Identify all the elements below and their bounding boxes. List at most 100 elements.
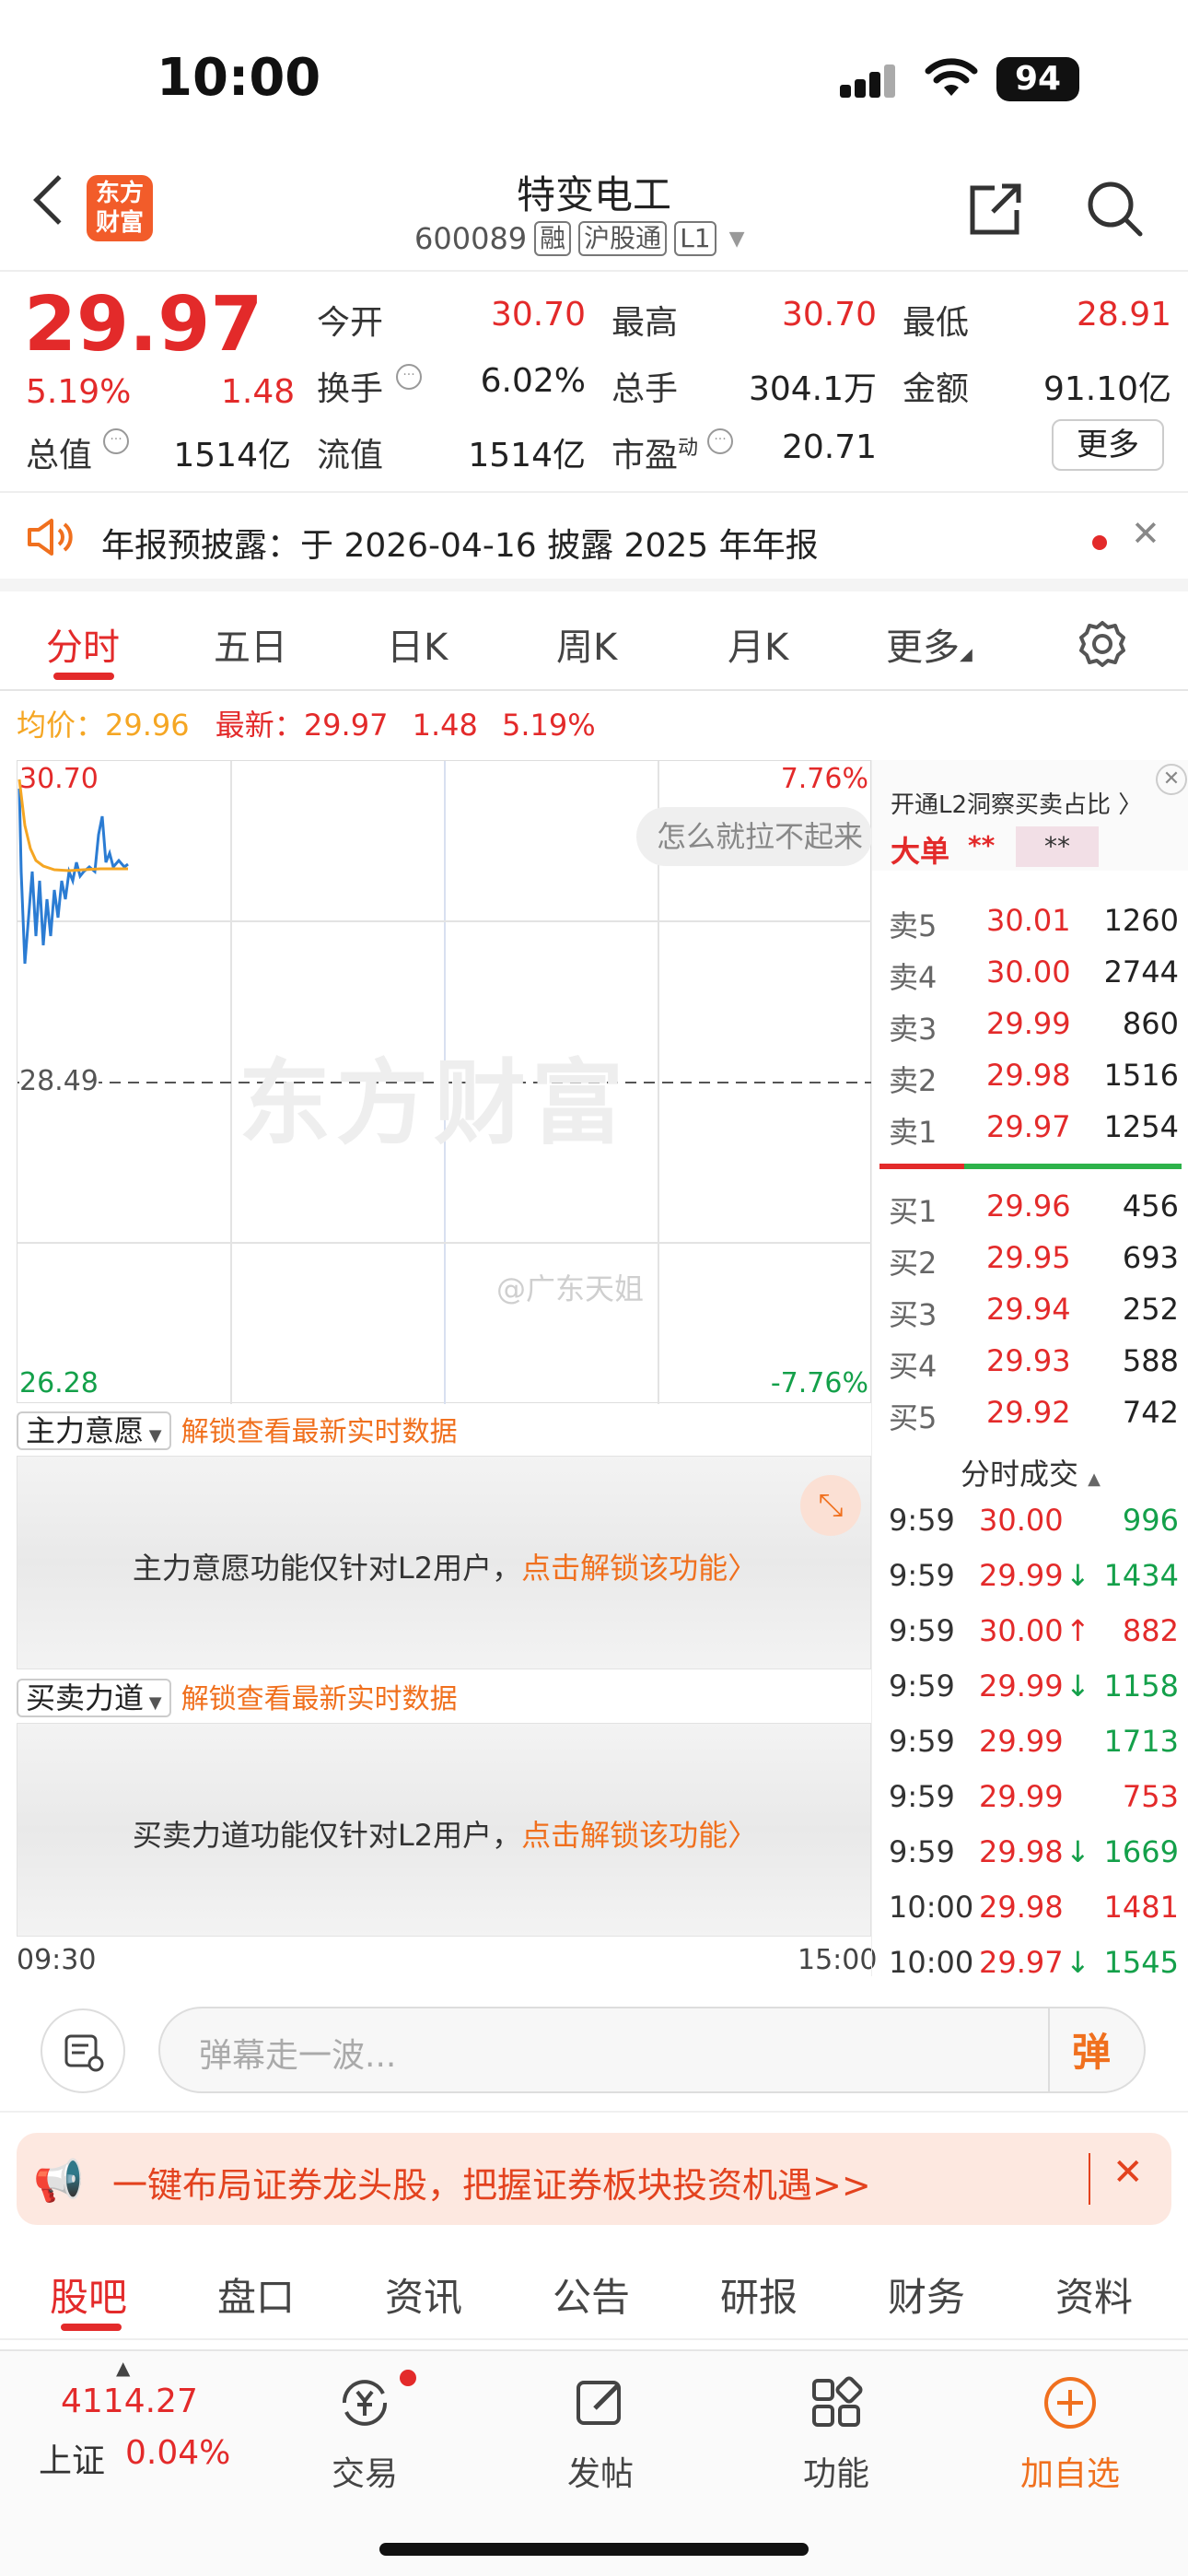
avg-label: 均价： [17, 708, 106, 743]
function-button[interactable]: 功能 [763, 2364, 910, 2530]
trade-time: 9:59 [889, 1834, 955, 1869]
y-axis-mid: 28.49 [19, 1065, 99, 1097]
latest-change: 1.48 [412, 708, 478, 743]
unlock-link[interactable]: 点击解锁该功能 [521, 1818, 728, 1853]
info-icon[interactable]: ··· [707, 428, 733, 454]
pe-value: 20.71 [781, 428, 877, 466]
main-force-unlock-link[interactable]: 解锁查看最新实时数据 [181, 1416, 458, 1448]
index-value[interactable]: 4114.27 [61, 2383, 198, 2420]
info-icon[interactable]: ··· [103, 428, 129, 454]
intraday-chart[interactable]: 东方财富 @广东天姐 30.70 28.49 26.28 7.76% -7.76… [17, 760, 872, 1404]
ask-volume: 860 [1122, 1006, 1179, 1041]
tab-pankou[interactable]: 盘口 [217, 2266, 295, 2323]
status-bar: 10:00 94 [0, 0, 1188, 157]
trade-time: 9:59 [889, 1613, 955, 1648]
ask-price: 30.00 [986, 954, 1071, 989]
float-value: 1514亿 [468, 437, 586, 474]
close-icon[interactable]: ✕ [1131, 513, 1160, 554]
tab-financials[interactable]: 财务 [888, 2266, 965, 2323]
signal-icon [840, 64, 895, 98]
promo-banner[interactable]: 📢 一键布局证券龙头股，把握证券板块投资机遇>> ✕ [17, 2133, 1171, 2225]
amount-label: 金额 [903, 370, 970, 408]
search-icon[interactable] [1085, 179, 1144, 238]
tag-level: L1 [674, 221, 716, 256]
buy-sell-panel: 买卖力道功能仅针对L2用户，点击解锁该功能〉 [17, 1723, 871, 1937]
latest-value: 29.97 [303, 708, 389, 743]
grid-icon [812, 2376, 863, 2427]
active-tab-indicator [61, 2324, 122, 2331]
post-label: 发帖 [566, 2455, 634, 2493]
gear-icon[interactable] [1077, 619, 1127, 669]
order-side-panel: 开通L2洞察买卖占比 〉 大单 ** ** ✕ 卖5 30.01 1260 卖4 30.… [871, 760, 1188, 1980]
tab-news[interactable]: 资讯 [385, 2266, 462, 2323]
danmu-bubble[interactable]: 怎么就拉不起来 [636, 807, 872, 866]
unlock-link[interactable]: 点击解锁该功能 [521, 1551, 728, 1586]
trade-price: 29.98 [979, 1890, 1064, 1925]
trade-price: 30.00 [979, 1503, 1064, 1538]
trade-time: 9:59 [889, 1724, 955, 1759]
bid-label: 买5 [889, 1400, 938, 1435]
tab-profile[interactable]: 资料 [1055, 2266, 1133, 2323]
trade-price: 29.97 [979, 1945, 1064, 1980]
yen-exchange-icon [342, 2380, 388, 2426]
function-label: 功能 [802, 2455, 869, 2493]
stock-code-row[interactable]: 600089 融 沪股通 L1 ▼ [414, 221, 745, 256]
index-pct[interactable]: 0.04% [125, 2434, 230, 2472]
buy-sell-unlock-link[interactable]: 解锁查看最新实时数据 [181, 1683, 458, 1715]
trade-time: 9:59 [889, 1669, 955, 1704]
main-force-panel: 主力意愿功能仅针对L2用户，点击解锁该功能〉 ⤡ [17, 1456, 871, 1669]
add-watchlist-label: 加自选 [1019, 2455, 1120, 2493]
clock: 10:00 [157, 48, 321, 108]
turnover-label: 换手 [317, 370, 384, 408]
tab-weekly-k[interactable]: 周K [556, 617, 617, 671]
danmu-placeholder: 弹幕走一波... [199, 2037, 397, 2075]
watermark: 东方财富 [239, 1049, 629, 1157]
close-icon[interactable]: ✕ [1112, 2151, 1144, 2194]
bid-label: 买4 [889, 1349, 938, 1384]
chart-tabs: 分时 五日 日K 周K 月K 更多◢ [0, 591, 1188, 691]
change-pct: 5.19% [26, 373, 132, 411]
buy-sell-message: 买卖力道功能仅针对L2用户，点击解锁该功能〉 [132, 1818, 758, 1853]
close-icon[interactable]: ✕ [1156, 764, 1187, 795]
tab-five-day[interactable]: 五日 [214, 617, 287, 671]
note-icon[interactable] [41, 2008, 125, 2093]
megaphone-icon: 📢 [33, 2158, 84, 2205]
add-watchlist-button[interactable]: 加自选 [996, 2364, 1144, 2530]
bid-label: 买2 [889, 1246, 938, 1281]
tab-announcements[interactable]: 公告 [553, 2266, 630, 2323]
index-name[interactable]: 上证 [39, 2434, 105, 2482]
expand-icon[interactable]: ⤡ [800, 1475, 861, 1536]
trade-direction-icon: ↓ [1066, 1558, 1090, 1593]
bid-label: 买3 [889, 1297, 938, 1332]
main-force-dropdown[interactable]: 主力意愿 ▼ [17, 1411, 171, 1450]
tab-intraday[interactable]: 分时 [46, 617, 120, 671]
l2-insight-box[interactable]: 开通L2洞察买卖占比 〉 大单 ** ** ✕ [872, 760, 1188, 871]
home-indicator[interactable] [379, 2543, 809, 2556]
tab-monthly-k[interactable]: 月K [728, 617, 788, 671]
share-icon[interactable] [967, 181, 1024, 238]
time-start: 09:30 [17, 1944, 97, 1976]
trades-title[interactable]: 分时成交 ▲ [872, 1451, 1188, 1493]
tab-guba[interactable]: 股吧 [50, 2266, 127, 2323]
trade-time: 9:59 [889, 1558, 955, 1593]
post-button[interactable]: 发帖 [527, 2364, 674, 2530]
tab-more[interactable]: 更多◢ [886, 617, 973, 671]
info-icon[interactable]: ··· [396, 364, 422, 390]
tab-daily-k[interactable]: 日K [387, 617, 448, 671]
danmu-button[interactable]: 弹 [1072, 2021, 1111, 2078]
bottom-tabs: 股吧 盘口 资讯 公告 研报 财务 资料 [0, 2239, 1188, 2340]
pct-axis-bottom: -7.76% [770, 1367, 868, 1399]
bid-label: 买1 [889, 1194, 938, 1229]
up-arrow-icon: ▲ [116, 2357, 131, 2379]
last-price: 29.97 [24, 281, 263, 369]
tab-research[interactable]: 研报 [720, 2266, 798, 2323]
edit-icon [577, 2381, 621, 2425]
notice-bar[interactable]: 年报预披露：于 2026-04-16 披露 2025 年年报 ✕ [0, 495, 1188, 591]
more-button[interactable]: 更多 [1052, 419, 1164, 471]
danmu-input[interactable]: 弹幕走一波... 弹 [158, 2007, 1146, 2093]
buy-sell-dropdown[interactable]: 买卖力道 ▼ [17, 1679, 171, 1717]
open-label: 今开 [317, 304, 384, 342]
big-order-sell: ** [1016, 826, 1099, 867]
trade-button[interactable]: 交易 [291, 2364, 438, 2530]
trade-volume: 1713 [1103, 1724, 1179, 1759]
